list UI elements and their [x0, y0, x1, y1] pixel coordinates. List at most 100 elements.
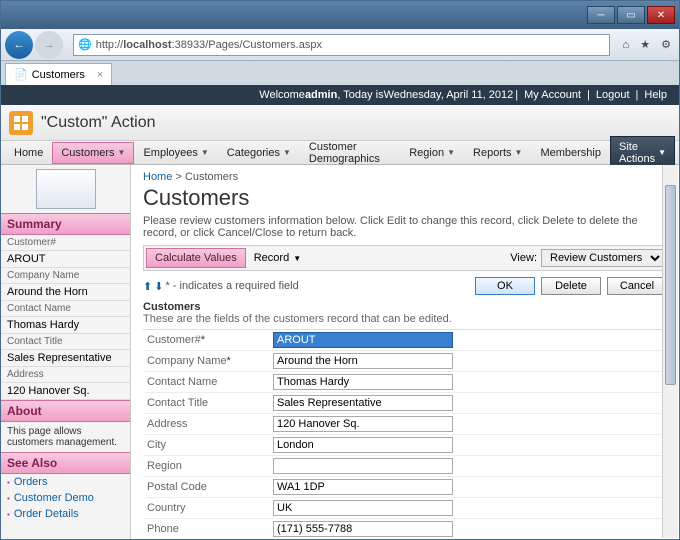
- gear-icon[interactable]: ⚙: [661, 39, 671, 51]
- menu-reports[interactable]: Reports▼: [464, 142, 531, 164]
- form-input[interactable]: [273, 479, 453, 495]
- minimize-button[interactable]: ─: [587, 6, 615, 24]
- sidebar-field-value: AROUT: [1, 251, 130, 268]
- logout-link[interactable]: Logout: [596, 89, 630, 101]
- arrow-down-icon[interactable]: ⬇: [154, 280, 163, 293]
- menu-region[interactable]: Region▼: [400, 142, 464, 164]
- address-bar[interactable]: 🌐 http://localhost:38933/Pages/Customers…: [73, 34, 610, 56]
- help-link[interactable]: Help: [644, 89, 667, 101]
- form-row: Address: [143, 414, 667, 435]
- menu-categories[interactable]: Categories▼: [218, 142, 300, 164]
- back-button[interactable]: ←: [5, 31, 33, 59]
- form-input[interactable]: [273, 458, 453, 474]
- form-row: Country: [143, 498, 667, 519]
- form-input[interactable]: [273, 332, 453, 348]
- form-row: Contact Title: [143, 393, 667, 414]
- scrollbar-thumb[interactable]: [665, 185, 676, 385]
- vertical-scrollbar[interactable]: [662, 165, 678, 538]
- arrow-up-icon[interactable]: ⬆: [143, 280, 152, 293]
- form-input[interactable]: [273, 353, 453, 369]
- url-prefix: http://: [96, 39, 124, 51]
- chevron-down-icon: ▼: [118, 148, 126, 157]
- cancel-button[interactable]: Cancel: [607, 277, 667, 295]
- welcome-bar: Welcome admin, Today is Wednesday, April…: [1, 85, 679, 105]
- my-account-link[interactable]: My Account: [524, 89, 581, 101]
- form-label: Contact Name: [143, 376, 273, 388]
- menu-home[interactable]: Home: [5, 142, 52, 164]
- record-button[interactable]: Record▼: [246, 249, 309, 267]
- sidebar-field-label: Contact Title: [1, 334, 130, 350]
- view-dropdown[interactable]: Review Customers: [541, 249, 664, 267]
- customer-form: Customer#* Company Name* Contact Name Conta…: [143, 329, 667, 539]
- welcome-date: Wednesday, April 11, 2012: [384, 89, 514, 101]
- menu-employees[interactable]: Employees▼: [134, 142, 217, 164]
- section-description: These are the fields of the customers re…: [143, 313, 667, 325]
- form-input[interactable]: [273, 521, 453, 537]
- breadcrumb-current: Customers: [185, 171, 238, 183]
- sidebar: Summary Customer#AROUTCompany NameAround…: [1, 165, 131, 539]
- menu-bar: Home Customers▼ Employees▼ Categories▼ C…: [1, 141, 679, 165]
- maximize-button[interactable]: ▭: [617, 6, 645, 24]
- app-icon: [9, 111, 33, 135]
- page-body: Summary Customer#AROUTCompany NameAround…: [1, 165, 679, 539]
- form-input[interactable]: [273, 374, 453, 390]
- breadcrumb: Home > Customers: [143, 171, 667, 183]
- globe-icon: 🌐: [78, 38, 92, 51]
- welcome-prefix: Welcome: [259, 89, 305, 101]
- form-row: Company Name*: [143, 351, 667, 372]
- sidebar-about-text: This page allows customers management.: [1, 422, 130, 452]
- browser-tab[interactable]: 📄 Customers ×: [5, 63, 112, 85]
- tab-close-icon[interactable]: ×: [97, 69, 103, 81]
- form-label: Postal Code: [143, 481, 273, 493]
- url-host: localhost: [123, 39, 171, 51]
- ok-button[interactable]: OK: [475, 277, 535, 295]
- sidebar-seealso-header: See Also: [1, 452, 130, 474]
- app-title: "Custom" Action: [41, 114, 156, 132]
- breadcrumb-home[interactable]: Home: [143, 171, 172, 183]
- form-input[interactable]: [273, 395, 453, 411]
- sidebar-field-label: Customer#: [1, 235, 130, 251]
- welcome-date-prefix: , Today is: [337, 89, 383, 101]
- form-label: City: [143, 439, 273, 451]
- favorite-icon[interactable]: ★: [640, 39, 650, 51]
- close-button[interactable]: ✕: [647, 6, 675, 24]
- sidebar-field-value: Around the Horn: [1, 284, 130, 301]
- form-input[interactable]: [273, 500, 453, 516]
- home-icon[interactable]: ⌂: [622, 39, 629, 51]
- form-row: Customer#*: [143, 330, 667, 351]
- tab-bar: 📄 Customers ×: [1, 61, 679, 85]
- form-row: Phone: [143, 519, 667, 539]
- url-path: /Pages/Customers.aspx: [205, 39, 322, 51]
- sidebar-field-label: Contact Name: [1, 301, 130, 317]
- sidebar-field-value: 120 Hanover Sq.: [1, 383, 130, 400]
- nav-toolbar: ← → 🌐 http://localhost:38933/Pages/Custo…: [1, 29, 679, 61]
- form-label: Customer#*: [143, 334, 273, 346]
- sidebar-seealso-link[interactable]: Orders: [1, 474, 130, 490]
- form-row: Contact Name: [143, 372, 667, 393]
- sidebar-preview-icon: [36, 169, 96, 209]
- url-port: :38933: [172, 39, 206, 51]
- form-input[interactable]: [273, 437, 453, 453]
- view-selector: View: Review Customers: [510, 249, 664, 267]
- sidebar-seealso-link[interactable]: Customer Demo: [1, 490, 130, 506]
- tab-icon: 📄: [14, 68, 28, 81]
- form-input[interactable]: [273, 416, 453, 432]
- form-label: Company Name*: [143, 355, 273, 367]
- form-label: Phone: [143, 523, 273, 535]
- calculate-values-button[interactable]: Calculate Values: [146, 248, 246, 268]
- section-title: Customers: [143, 301, 667, 313]
- sidebar-field-label: Company Name: [1, 268, 130, 284]
- nav-right: ⌂ ★ ⚙: [618, 38, 675, 51]
- toolbar: Calculate Values Record▼ View: Review Cu…: [143, 245, 667, 271]
- required-note: ⬆ ⬇ * - indicates a required field: [143, 280, 299, 293]
- sidebar-field-value: Sales Representative: [1, 350, 130, 367]
- forward-button[interactable]: →: [35, 31, 63, 59]
- sidebar-seealso-link[interactable]: Order Details: [1, 506, 130, 522]
- delete-button[interactable]: Delete: [541, 277, 601, 295]
- titlebar: ─ ▭ ✕: [1, 1, 679, 29]
- sidebar-field-value: Thomas Hardy: [1, 317, 130, 334]
- menu-customers[interactable]: Customers▼: [52, 142, 134, 164]
- browser-window: ─ ▭ ✕ ← → 🌐 http://localhost:38933/Pages…: [0, 0, 680, 540]
- menu-membership[interactable]: Membership: [531, 142, 610, 164]
- form-row: City: [143, 435, 667, 456]
